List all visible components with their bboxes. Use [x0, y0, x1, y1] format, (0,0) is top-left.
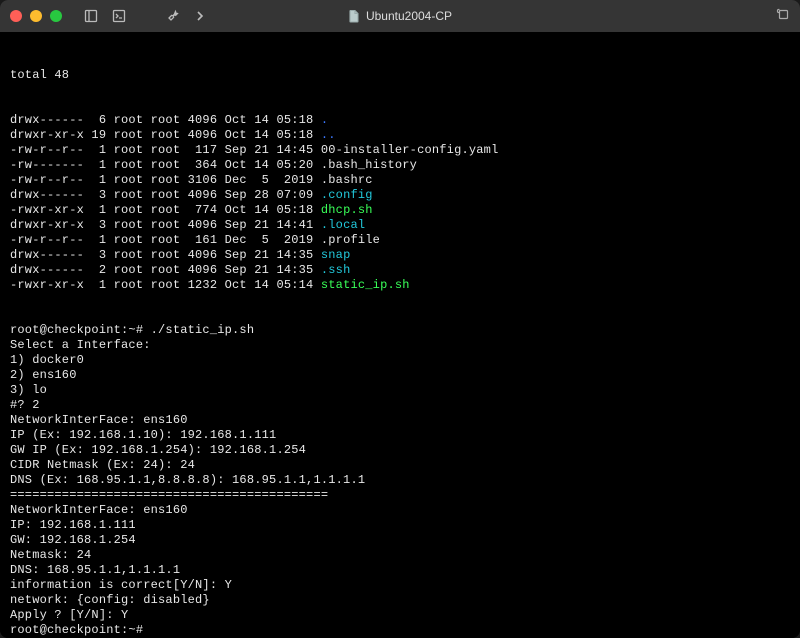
- terminal-line: IP: 192.168.1.111: [10, 518, 790, 533]
- ls-row: -rw-r--r-- 1 root root 3106 Dec 5 2019 .…: [10, 173, 790, 188]
- ls-row: -rwxr-xr-x 1 root root 774 Oct 14 05:18 …: [10, 203, 790, 218]
- terminal-line: 3) lo: [10, 383, 790, 398]
- ls-total: total 48: [10, 68, 790, 83]
- maximize-button[interactable]: [50, 10, 62, 22]
- restore-icon[interactable]: [776, 11, 790, 25]
- terminal-line: 2) ens160: [10, 368, 790, 383]
- ls-row: -rw-r--r-- 1 root root 161 Dec 5 2019 .p…: [10, 233, 790, 248]
- ls-filename: .bashrc: [321, 173, 373, 188]
- wrench-icon[interactable]: [166, 9, 180, 23]
- terminal-line: GW: 192.168.1.254: [10, 533, 790, 548]
- terminal-line: 1) docker0: [10, 353, 790, 368]
- terminal-session: root@checkpoint:~# ./static_ip.shSelect …: [10, 323, 790, 638]
- ls-filename: 00-installer-config.yaml: [321, 143, 499, 158]
- chevron-right-icon[interactable]: [194, 9, 206, 23]
- terminal-line: CIDR Netmask (Ex: 24): 24: [10, 458, 790, 473]
- titlebar-right: [776, 7, 790, 25]
- terminal-line: Netmask: 24: [10, 548, 790, 563]
- terminal-line: root@checkpoint:~#: [10, 623, 790, 638]
- terminal-line: Select a Interface:: [10, 338, 790, 353]
- ls-filename: .: [321, 113, 328, 128]
- ls-filename: ..: [321, 128, 336, 143]
- ls-filename: .profile: [321, 233, 380, 248]
- terminal-line: ========================================…: [10, 488, 790, 503]
- terminal-area[interactable]: total 48 drwx------ 6 root root 4096 Oct…: [0, 32, 800, 638]
- ls-listing: drwx------ 6 root root 4096 Oct 14 05:18…: [10, 113, 790, 293]
- terminal-line: IP (Ex: 192.168.1.10): 192.168.1.111: [10, 428, 790, 443]
- terminal-line: DNS (Ex: 168.95.1.1,8.8.8.8): 168.95.1.1…: [10, 473, 790, 488]
- terminal-line: network: {config: disabled}: [10, 593, 790, 608]
- document-icon: [348, 9, 360, 23]
- traffic-lights: [10, 10, 62, 22]
- ls-row: -rwxr-xr-x 1 root root 1232 Oct 14 05:14…: [10, 278, 790, 293]
- toolbar: [84, 9, 206, 23]
- terminal-line: NetworkInterFace: ens160: [10, 503, 790, 518]
- window-title-text: Ubuntu2004-CP: [366, 9, 452, 23]
- ls-filename: .config: [321, 188, 373, 203]
- terminal-line: Apply ? [Y/N]: Y: [10, 608, 790, 623]
- terminal-line: information is correct[Y/N]: Y: [10, 578, 790, 593]
- window-title: Ubuntu2004-CP: [348, 9, 452, 23]
- terminal-line: DNS: 168.95.1.1,1.1.1.1: [10, 563, 790, 578]
- minimize-button[interactable]: [30, 10, 42, 22]
- ls-filename: .bash_history: [321, 158, 417, 173]
- terminal-line: root@checkpoint:~# ./static_ip.sh: [10, 323, 790, 338]
- ls-row: drwx------ 3 root root 4096 Sep 21 14:35…: [10, 248, 790, 263]
- terminal-line: NetworkInterFace: ens160: [10, 413, 790, 428]
- ls-row: -rw------- 1 root root 364 Oct 14 05:20 …: [10, 158, 790, 173]
- terminal-window: Ubuntu2004-CP total 48 drwx------ 6 root…: [0, 0, 800, 638]
- terminal-icon[interactable]: [112, 9, 126, 23]
- close-button[interactable]: [10, 10, 22, 22]
- ls-row: drwx------ 2 root root 4096 Sep 21 14:35…: [10, 263, 790, 278]
- ls-row: drwx------ 3 root root 4096 Sep 28 07:09…: [10, 188, 790, 203]
- ls-row: drwxr-xr-x 19 root root 4096 Oct 14 05:1…: [10, 128, 790, 143]
- titlebar: Ubuntu2004-CP: [0, 0, 800, 32]
- ls-row: drwx------ 6 root root 4096 Oct 14 05:18…: [10, 113, 790, 128]
- ls-filename: snap: [321, 248, 351, 263]
- ls-filename: .ssh: [321, 263, 351, 278]
- ls-row: drwxr-xr-x 3 root root 4096 Sep 21 14:41…: [10, 218, 790, 233]
- ls-row: -rw-r--r-- 1 root root 117 Sep 21 14:45 …: [10, 143, 790, 158]
- panel-icon[interactable]: [84, 9, 98, 23]
- terminal-line: GW IP (Ex: 192.168.1.254): 192.168.1.254: [10, 443, 790, 458]
- ls-filename: dhcp.sh: [321, 203, 373, 218]
- terminal-line: #? 2: [10, 398, 790, 413]
- ls-filename: .local: [321, 218, 365, 233]
- ls-filename: static_ip.sh: [321, 278, 410, 293]
